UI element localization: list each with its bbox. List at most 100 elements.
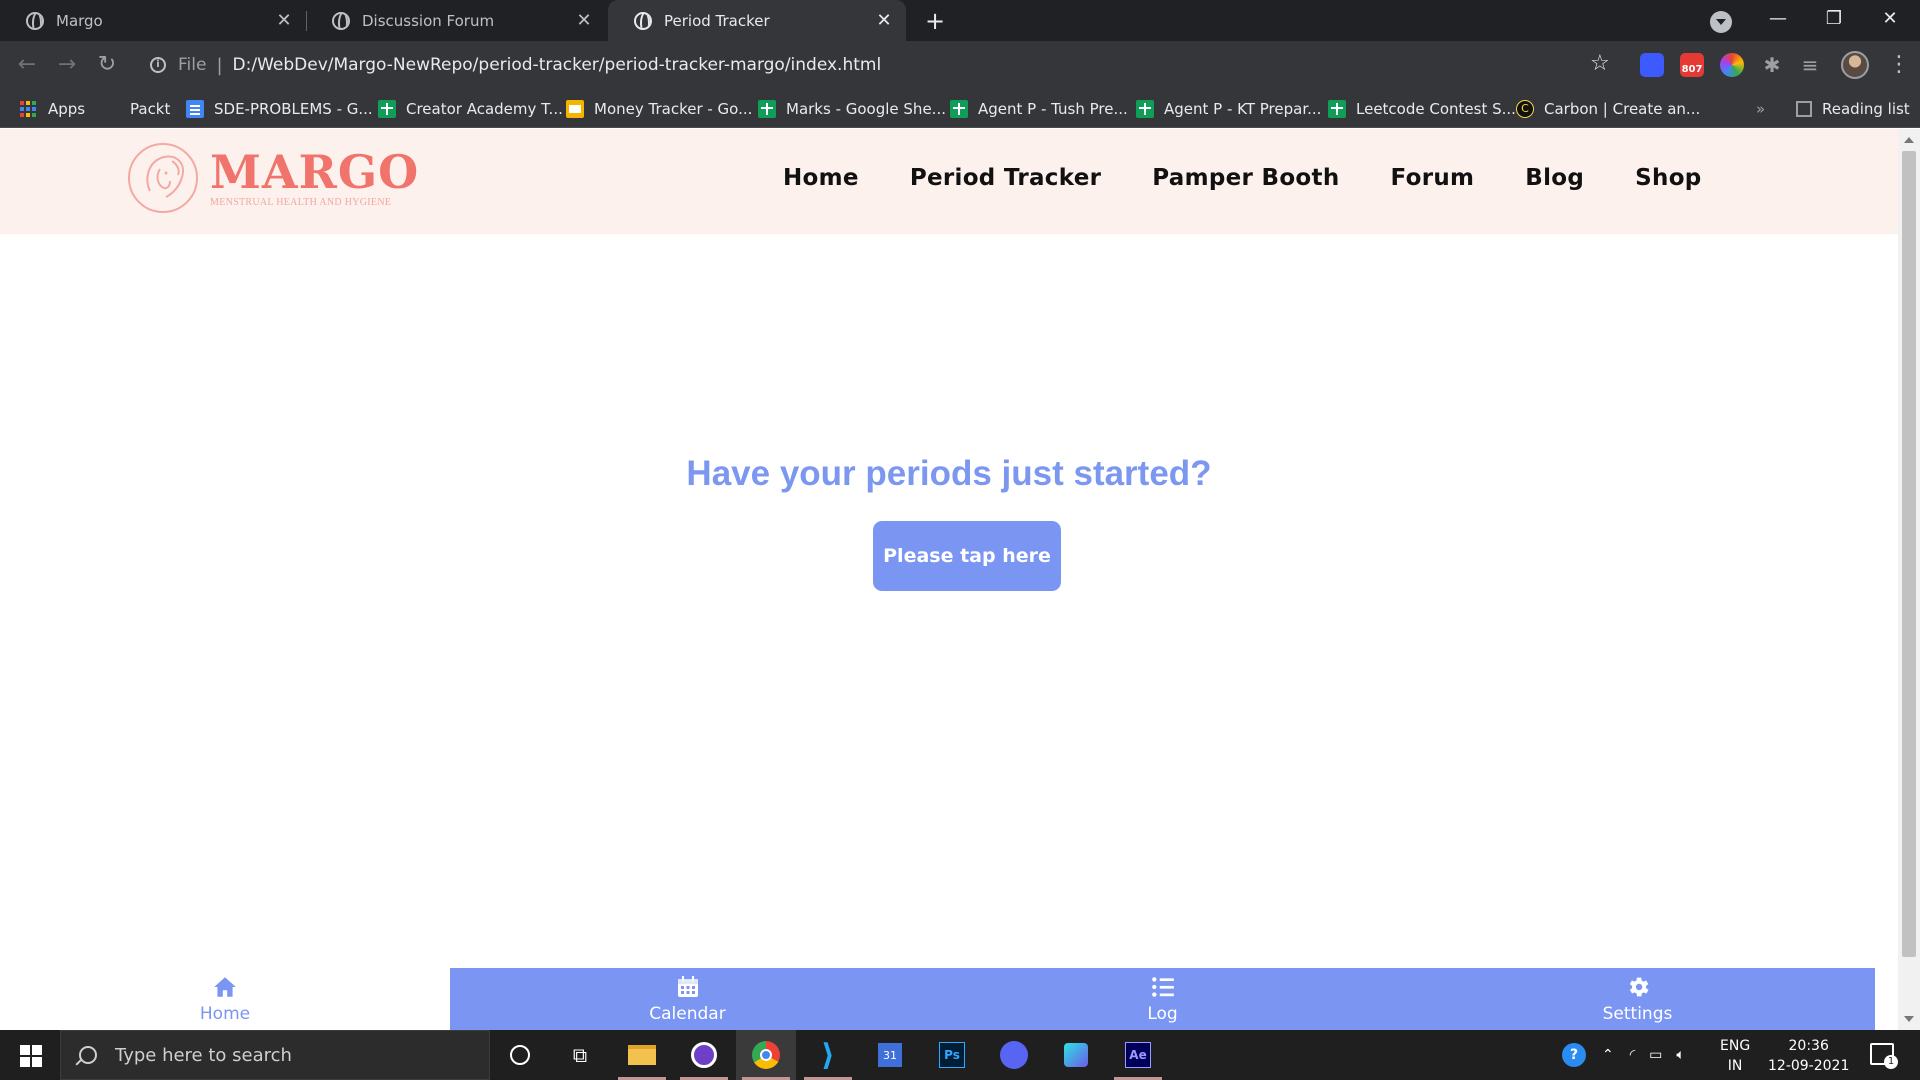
after-effects-icon[interactable]: Ae xyxy=(1108,1030,1168,1080)
bottom-nav-log[interactable]: Log xyxy=(925,968,1400,1030)
bookmark-creator-academy[interactable]: Creator Academy T... xyxy=(378,89,563,128)
close-icon[interactable]: ✕ xyxy=(572,10,596,31)
bookmark-label: Carbon | Create an... xyxy=(1544,99,1701,118)
url-text[interactable]: D:/WebDev/Margo-NewRepo/period-tracker/p… xyxy=(233,55,882,75)
minimize-button[interactable]: — xyxy=(1750,0,1806,38)
chrome-icon[interactable] xyxy=(736,1030,796,1080)
battery-icon[interactable]: ▭ xyxy=(1649,1047,1662,1063)
bookmark-apps[interactable]: Apps xyxy=(20,89,85,128)
discord-icon[interactable] xyxy=(984,1030,1044,1080)
file-explorer-icon[interactable] xyxy=(612,1030,672,1080)
reload-icon[interactable]: ↻ xyxy=(92,50,122,80)
sheets-icon xyxy=(378,99,396,118)
browser-tab-strip: Margo ✕ Discussion Forum ✕ Period Tracke… xyxy=(0,0,1920,41)
nav-shop[interactable]: Shop xyxy=(1635,165,1701,191)
bottom-nav-home[interactable]: Home xyxy=(0,968,450,1030)
reading-list-label: Reading list xyxy=(1822,99,1910,118)
nav-forum[interactable]: Forum xyxy=(1391,165,1475,191)
windows-start-icon[interactable] xyxy=(20,1045,42,1067)
please-tap-here-button[interactable]: Please tap here xyxy=(873,521,1061,591)
close-icon[interactable]: ✕ xyxy=(272,10,296,31)
close-window-button[interactable]: ✕ xyxy=(1862,0,1918,38)
sheets-icon xyxy=(758,99,776,118)
taskbar-clock[interactable]: 20:36 12-09-2021 xyxy=(1768,1036,1849,1076)
sheets-icon xyxy=(1136,99,1154,118)
tab-period-tracker[interactable]: Period Tracker ✕ xyxy=(608,0,906,41)
bookmark-sde-problems[interactable]: SDE-PROBLEMS - G... xyxy=(186,89,373,128)
nav-pamper-booth[interactable]: Pamper Booth xyxy=(1152,165,1339,191)
app-gradient-icon[interactable] xyxy=(1046,1030,1106,1080)
help-icon[interactable]: ? xyxy=(1562,1043,1586,1067)
bookmark-label: Apps xyxy=(48,99,86,118)
extension-color-icon[interactable] xyxy=(1720,53,1744,77)
search-icon xyxy=(79,1046,97,1064)
github-desktop-icon[interactable] xyxy=(674,1030,734,1080)
bottom-nav-settings[interactable]: Settings xyxy=(1400,968,1875,1030)
toolbar: ← → ↻ i File | D:/WebDev/Margo-NewRepo/p… xyxy=(0,41,1920,89)
period-start-question: Have your periods just started? xyxy=(686,454,1212,493)
cortana-icon[interactable] xyxy=(490,1030,550,1080)
extension-badge-icon[interactable]: 807 xyxy=(1680,53,1704,77)
nav-blog[interactable]: Blog xyxy=(1525,165,1584,191)
bookmark-money-tracker[interactable]: Money Tracker - Go... xyxy=(566,89,752,128)
taskbar-search-placeholder: Type here to search xyxy=(115,1044,292,1066)
scrollbar-thumb[interactable] xyxy=(1902,151,1916,957)
tab-search-icon[interactable] xyxy=(1710,11,1732,33)
region-code: IN xyxy=(1727,1058,1743,1074)
tab-discussion-forum[interactable]: Discussion Forum ✕ xyxy=(306,0,606,41)
bookmark-label: SDE-PROBLEMS - G... xyxy=(214,99,373,118)
page-scrollbar[interactable] xyxy=(1898,129,1920,1030)
sheets-icon xyxy=(950,99,968,118)
bookmarks-overflow-button[interactable]: » xyxy=(1756,89,1765,128)
media-queue-icon[interactable]: ≡ xyxy=(1798,53,1822,77)
task-view-icon[interactable]: ⧉ xyxy=(550,1030,610,1080)
taskbar-search-box[interactable]: Type here to search xyxy=(60,1030,490,1080)
nav-period-tracker[interactable]: Period Tracker xyxy=(910,165,1101,191)
extension-messenger-icon[interactable] xyxy=(1640,53,1664,77)
photoshop-icon[interactable]: Ps xyxy=(922,1030,982,1080)
vscode-icon[interactable]: ⟩ xyxy=(798,1030,858,1080)
docs-icon xyxy=(186,99,204,118)
tab-margo[interactable]: Margo ✕ xyxy=(0,0,307,41)
profile-avatar[interactable] xyxy=(1841,51,1869,79)
bookmark-label: Marks - Google She... xyxy=(786,99,946,118)
clock-date: 12-09-2021 xyxy=(1768,1058,1850,1074)
reading-list-button[interactable]: Reading list xyxy=(1796,89,1910,128)
globe-icon xyxy=(332,11,350,30)
input-language[interactable]: ENG IN xyxy=(1720,1036,1750,1076)
reading-list-icon xyxy=(1796,100,1812,117)
scroll-down-icon[interactable] xyxy=(1904,1016,1914,1022)
extensions-puzzle-icon[interactable]: ✱ xyxy=(1760,53,1784,77)
bookmark-carbon[interactable]: C Carbon | Create an... xyxy=(1516,89,1700,128)
bookmark-marks[interactable]: Marks - Google She... xyxy=(758,89,946,128)
bookmark-agent-p-kt[interactable]: Agent P - KT Prepar... xyxy=(1136,89,1321,128)
bookmark-agent-p-tush[interactable]: Agent P - Tush Pre... xyxy=(950,89,1128,128)
browser-menu-icon[interactable]: ⋮ xyxy=(1888,51,1910,79)
site-logo[interactable]: MARGO MENSTRUAL HEALTH AND HYGIENE xyxy=(126,141,419,215)
apps-grid-icon xyxy=(20,100,36,117)
bookmark-leetcode-contest[interactable]: Leetcode Contest S... xyxy=(1328,89,1516,128)
address-bar[interactable]: i File | D:/WebDev/Margo-NewRepo/period-… xyxy=(136,47,1600,83)
nav-home[interactable]: Home xyxy=(783,165,859,191)
woman-face-logo-icon xyxy=(128,143,198,213)
chevron-up-icon[interactable]: ⌃ xyxy=(1602,1047,1614,1063)
calendar-app-icon[interactable]: 31 xyxy=(860,1030,920,1080)
bottom-tab-bar: Home Calendar Log Settings xyxy=(0,968,1898,1030)
bottom-nav-calendar[interactable]: Calendar xyxy=(450,968,925,1030)
wifi-icon[interactable]: ◜ xyxy=(1630,1047,1635,1063)
info-icon[interactable]: i xyxy=(150,57,166,73)
bookmark-label: Packt xyxy=(130,99,171,118)
carbon-icon: C xyxy=(1516,99,1534,118)
calendar-icon xyxy=(677,976,698,997)
forward-icon[interactable]: → xyxy=(52,50,82,80)
scroll-up-icon[interactable] xyxy=(1904,137,1914,143)
bookmark-star-icon[interactable]: ☆ xyxy=(1590,51,1610,76)
close-icon[interactable]: ✕ xyxy=(872,10,896,31)
back-icon[interactable]: ← xyxy=(12,50,42,80)
restore-button[interactable]: ❐ xyxy=(1806,0,1862,38)
new-tab-button[interactable]: + xyxy=(922,8,948,34)
notification-icon[interactable]: 1 xyxy=(1870,1043,1898,1069)
volume-icon[interactable]: 🔈︎ xyxy=(1676,1047,1684,1063)
bookmark-packt[interactable]: Packt xyxy=(130,89,170,128)
scheme-label: File xyxy=(178,55,207,75)
